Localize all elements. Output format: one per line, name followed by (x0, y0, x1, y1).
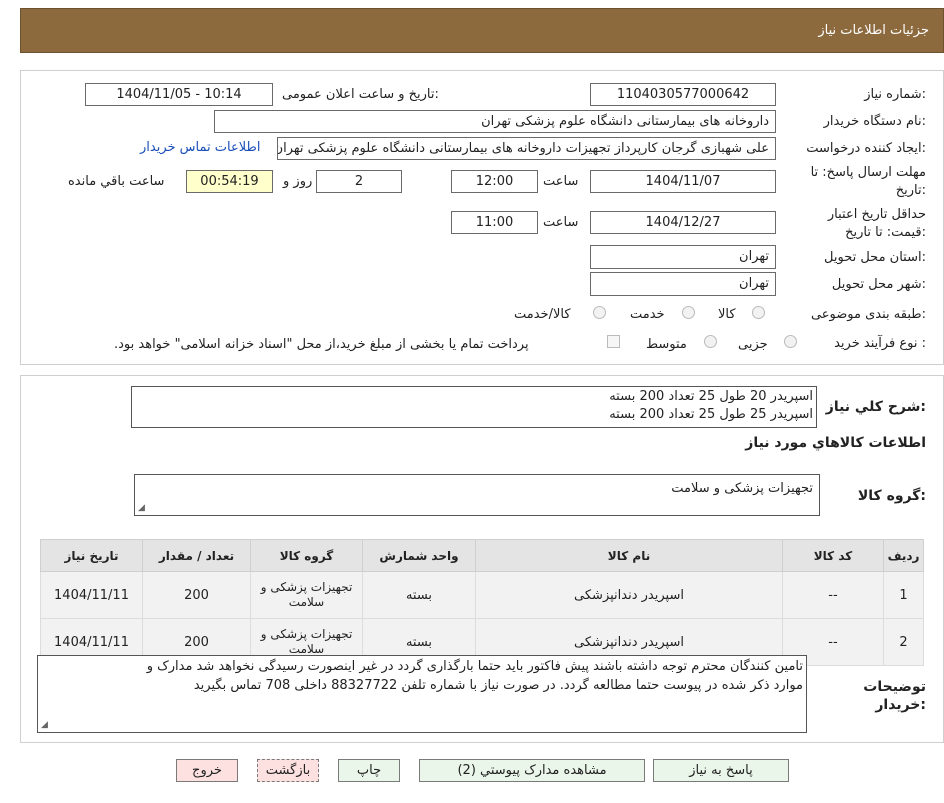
items-table: رديف کد کالا نام کالا واحد شمارش گروه کا… (40, 539, 924, 666)
col-qty: تعداد / مقدار (142, 539, 251, 572)
city-label: شهر محل تحویل: (831, 277, 926, 292)
page-header: جزئیات اطلاعات نیاز (20, 8, 944, 53)
deadline-days-label: روز و (283, 174, 313, 189)
summary-line-2: اسپریدر 25 طول 25 تعداد 200 بسته (609, 407, 813, 422)
remaining-time-label: ساعت باقي مانده (68, 174, 165, 189)
col-date: تاریخ نیاز (40, 539, 143, 572)
goods-info-title: اطلاعات کالاهاي مورد نياز (745, 435, 926, 451)
need-number-field[interactable]: 1104030577000642 (590, 83, 776, 106)
validity-time-label: ساعت (543, 215, 579, 230)
cell-row: 1 (883, 571, 924, 619)
category-both-radio[interactable] (593, 306, 606, 319)
table-row: 1 -- اسپریدر دندانپزشکی بسته تجهیزات پزش… (40, 571, 924, 619)
resize-grip-icon: ◢ (41, 720, 48, 730)
table-header-row: رديف کد کالا نام کالا واحد شمارش گروه کا… (40, 539, 924, 572)
goods-group-value: تجهیزات پزشکی و سلامت (671, 481, 813, 496)
process-medium-label: متوسط (646, 337, 687, 352)
category-label: طبقه بندی موضوعی: (810, 307, 926, 322)
cell-group: تجهیزات پزشکی و سلامت (250, 571, 363, 619)
process-minor-radio[interactable] (784, 335, 797, 348)
summary-textarea[interactable]: اسپریدر 20 طول 25 تعداد 200 بسته اسپریدر… (131, 386, 817, 428)
goods-group-label: گروه کالا: (857, 488, 926, 504)
goods-group-textarea[interactable]: تجهیزات پزشکی و سلامت ◢ (134, 474, 820, 516)
col-group: گروه کالا (250, 539, 363, 572)
cell-date: 1404/11/11 (40, 571, 143, 619)
buyer-org-field[interactable]: داروخانه های بیمارستانی دانشگاه علوم پزش… (214, 110, 776, 133)
category-goods-radio[interactable] (752, 306, 765, 319)
summary-label: شرح کلي نياز: (825, 399, 926, 415)
deadline-time-label: ساعت (543, 174, 579, 189)
category-goods-label: کالا (718, 307, 736, 322)
cell-qty: 200 (142, 571, 251, 619)
need-number-label: شماره نیاز: (864, 87, 926, 102)
deadline-time-field[interactable]: 12:00 (451, 170, 538, 193)
validity-date-field[interactable]: 1404/12/27 (590, 211, 776, 234)
resize-grip-icon: ◢ (138, 503, 145, 513)
category-both-label: کالا/خدمت (514, 307, 571, 322)
announce-label: تاریخ و ساعت اعلان عمومی: (282, 87, 439, 102)
back-button[interactable]: بازگشت (257, 759, 319, 782)
attachments-button[interactable]: مشاهده مدارک پیوستي (2) (419, 759, 645, 782)
treasury-checkbox[interactable] (607, 335, 620, 348)
buyer-org-label: نام دستگاه خریدار: (823, 114, 926, 129)
cell-name: اسپریدر دندانپزشکی (475, 571, 783, 619)
cell-unit: بسته (362, 571, 476, 619)
requester-field[interactable]: علی شهبازی گرجان کارپرداز تجهیزات داروخا… (277, 137, 776, 160)
buyer-contact-link[interactable]: اطلاعات تماس خریدار (140, 140, 260, 155)
validity-time-field[interactable]: 11:00 (451, 211, 538, 234)
validity-label-1: حداقل تاریخ اعتبار (827, 207, 926, 222)
cell-code: -- (782, 571, 884, 619)
deadline-label-1: مهلت ارسال پاسخ: تا (810, 165, 926, 180)
notes-label-1: توضیحات (863, 679, 926, 695)
notes-textarea[interactable]: تامین کنندگان محترم توجه داشته باشند پیش… (37, 655, 807, 733)
process-medium-radio[interactable] (704, 335, 717, 348)
col-unit: واحد شمارش (362, 539, 476, 572)
city-field[interactable]: تهران (590, 272, 776, 296)
col-row: رديف (883, 539, 924, 572)
province-field[interactable]: تهران (590, 245, 776, 269)
exit-button[interactable]: خروج (176, 759, 238, 782)
requester-label: ایجاد کننده درخواست: (806, 141, 926, 156)
category-service-radio[interactable] (682, 306, 695, 319)
deadline-date-field[interactable]: 1404/11/07 (590, 170, 776, 193)
notes-label-2: خریدار: (875, 697, 926, 713)
notes-line-1: تامین کنندگان محترم توجه داشته باشند پیش… (146, 659, 803, 674)
summary-line-1: اسپریدر 20 طول 25 تعداد 200 بسته (609, 389, 813, 404)
deadline-label-2: تاریخ: (895, 183, 926, 198)
process-minor-label: جزیی (738, 337, 768, 352)
province-label: استان محل تحویل: (824, 250, 926, 265)
category-service-label: خدمت (630, 307, 665, 322)
col-code: کد کالا (782, 539, 884, 572)
treasury-note: پرداخت تمام یا بخشی از مبلغ خرید،از محل … (114, 337, 529, 352)
print-button[interactable]: چاپ (338, 759, 400, 782)
col-name: نام کالا (475, 539, 783, 572)
validity-label-2: قیمت: تا تاریخ: (845, 225, 926, 240)
deadline-days-field[interactable]: 2 (316, 170, 402, 193)
cell-row: 2 (883, 618, 924, 666)
page-title: جزئیات اطلاعات نیاز (818, 23, 929, 38)
reply-button[interactable]: پاسخ به نیاز (653, 759, 789, 782)
notes-line-2: موارد ذکر شده در پیوست حتما مطالعه گردد.… (193, 678, 803, 693)
process-label: نوع فرآیند خرید : (834, 336, 926, 351)
announce-field[interactable]: 1404/11/05 - 10:14 (85, 83, 273, 106)
remaining-time-field: 00:54:19 (186, 170, 273, 193)
